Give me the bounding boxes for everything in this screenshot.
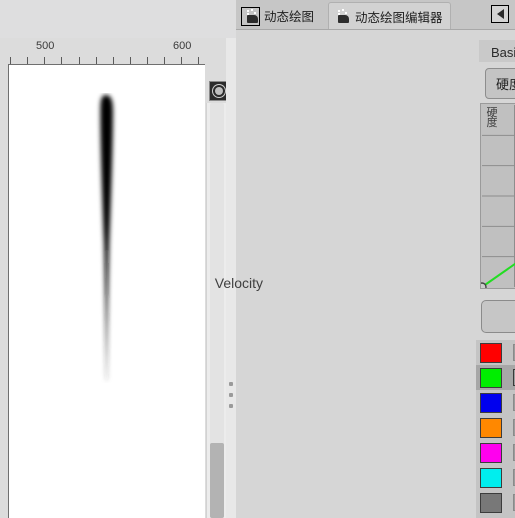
parameter-select[interactable]: 硬度 (485, 68, 515, 99)
collapse-left-icon[interactable] (491, 5, 509, 23)
ruler-tick (164, 57, 165, 64)
curve-control-point[interactable] (481, 282, 487, 288)
tab-paint-dynamics-editor[interactable]: 动态绘图编辑器 (328, 2, 451, 29)
parameter-select-value: 硬度 (496, 77, 515, 92)
canvas-vertical-scrollbar[interactable] (206, 103, 227, 518)
parameter-color-swatch[interactable] (480, 417, 502, 438)
parameter-row[interactable]: 倾斜 (476, 415, 515, 440)
curve-y-axis-label-char: 度 (486, 117, 498, 129)
parameter-row[interactable]: 随机 (476, 465, 515, 490)
paint-dynamics-editor-window: 500 600 动态绘图 动态绘图编辑器 Bas 硬 硬 度 Velocity (0, 0, 515, 518)
ruler-label: 500 (36, 40, 55, 52)
brush-stroke (100, 95, 113, 381)
parameter-color-swatch[interactable] (480, 342, 502, 363)
parameter-row[interactable]: 方向 (476, 390, 515, 415)
curve-graph[interactable] (480, 103, 515, 289)
ruler-tick (113, 57, 114, 64)
drawing-canvas[interactable] (9, 65, 205, 518)
parameter-color-swatch[interactable] (480, 492, 502, 513)
dynamics-dock-panel: 动态绘图 动态绘图编辑器 Basic Dynamics 副本 硬度 (215, 0, 515, 518)
splitter-grip-dot (229, 382, 233, 386)
parameter-color-swatch[interactable] (480, 467, 502, 488)
ruler-label: 600 (173, 40, 192, 52)
horizontal-ruler[interactable]: 500 600 (0, 38, 205, 65)
preset-title: Basic Dynamics 副本 (479, 40, 515, 62)
vertical-ruler[interactable] (0, 64, 9, 518)
ruler-tick (181, 57, 182, 64)
canvas-frame: 500 600 (0, 38, 236, 518)
splitter-grip-dot (229, 393, 233, 397)
parameter-row[interactable]: 淡出 (476, 490, 515, 515)
tab-label: 动态绘图 (264, 10, 315, 24)
paint-dynamics-icon (245, 8, 260, 23)
parameter-color-swatch[interactable] (480, 442, 502, 463)
scrollbar-thumb[interactable] (210, 443, 224, 518)
image-canvas-pane: 500 600 (0, 0, 236, 518)
parameter-color-swatch[interactable] (480, 392, 502, 413)
ruler-tick (10, 57, 11, 64)
curve-graph-svg (481, 105, 515, 288)
dock-tab-bar: 动态绘图 动态绘图编辑器 (236, 0, 515, 30)
parameter-row[interactable]: 滚轮/旋转 (476, 440, 515, 465)
splitter-grip-dot (229, 404, 233, 408)
parameter-row[interactable]: ✖速率 (476, 365, 515, 390)
toolbar-filler-area (0, 0, 236, 38)
curve-y-axis-label: 硬度 (486, 108, 498, 129)
parameter-row[interactable]: 压力 (476, 340, 515, 365)
reset-curve-button[interactable]: 重置曲线(R) (481, 300, 515, 333)
tab-label: 动态绘图编辑器 (355, 10, 443, 25)
ruler-tick (130, 57, 131, 64)
tab-paint-dynamics[interactable]: 动态绘图 (238, 2, 322, 29)
collapse-arrow-glyph (496, 9, 504, 19)
ruler-tick (44, 57, 45, 64)
ruler-tick (147, 57, 148, 64)
parameter-color-swatch[interactable] (480, 367, 502, 388)
ruler-tick (198, 57, 199, 64)
paint-dynamics-editor-icon (336, 9, 351, 23)
curve-x-axis-label: Velocity (214, 275, 263, 291)
ruler-tick (27, 57, 28, 64)
ruler-tick (96, 57, 97, 64)
dynamics-parameter-list[interactable]: 压力✖速率方向倾斜滚轮/旋转随机淡出 (476, 340, 515, 518)
target-icon-dot (215, 87, 223, 95)
ruler-tick (61, 57, 62, 64)
ruler-tick (79, 57, 80, 64)
curve-grid (482, 105, 515, 287)
